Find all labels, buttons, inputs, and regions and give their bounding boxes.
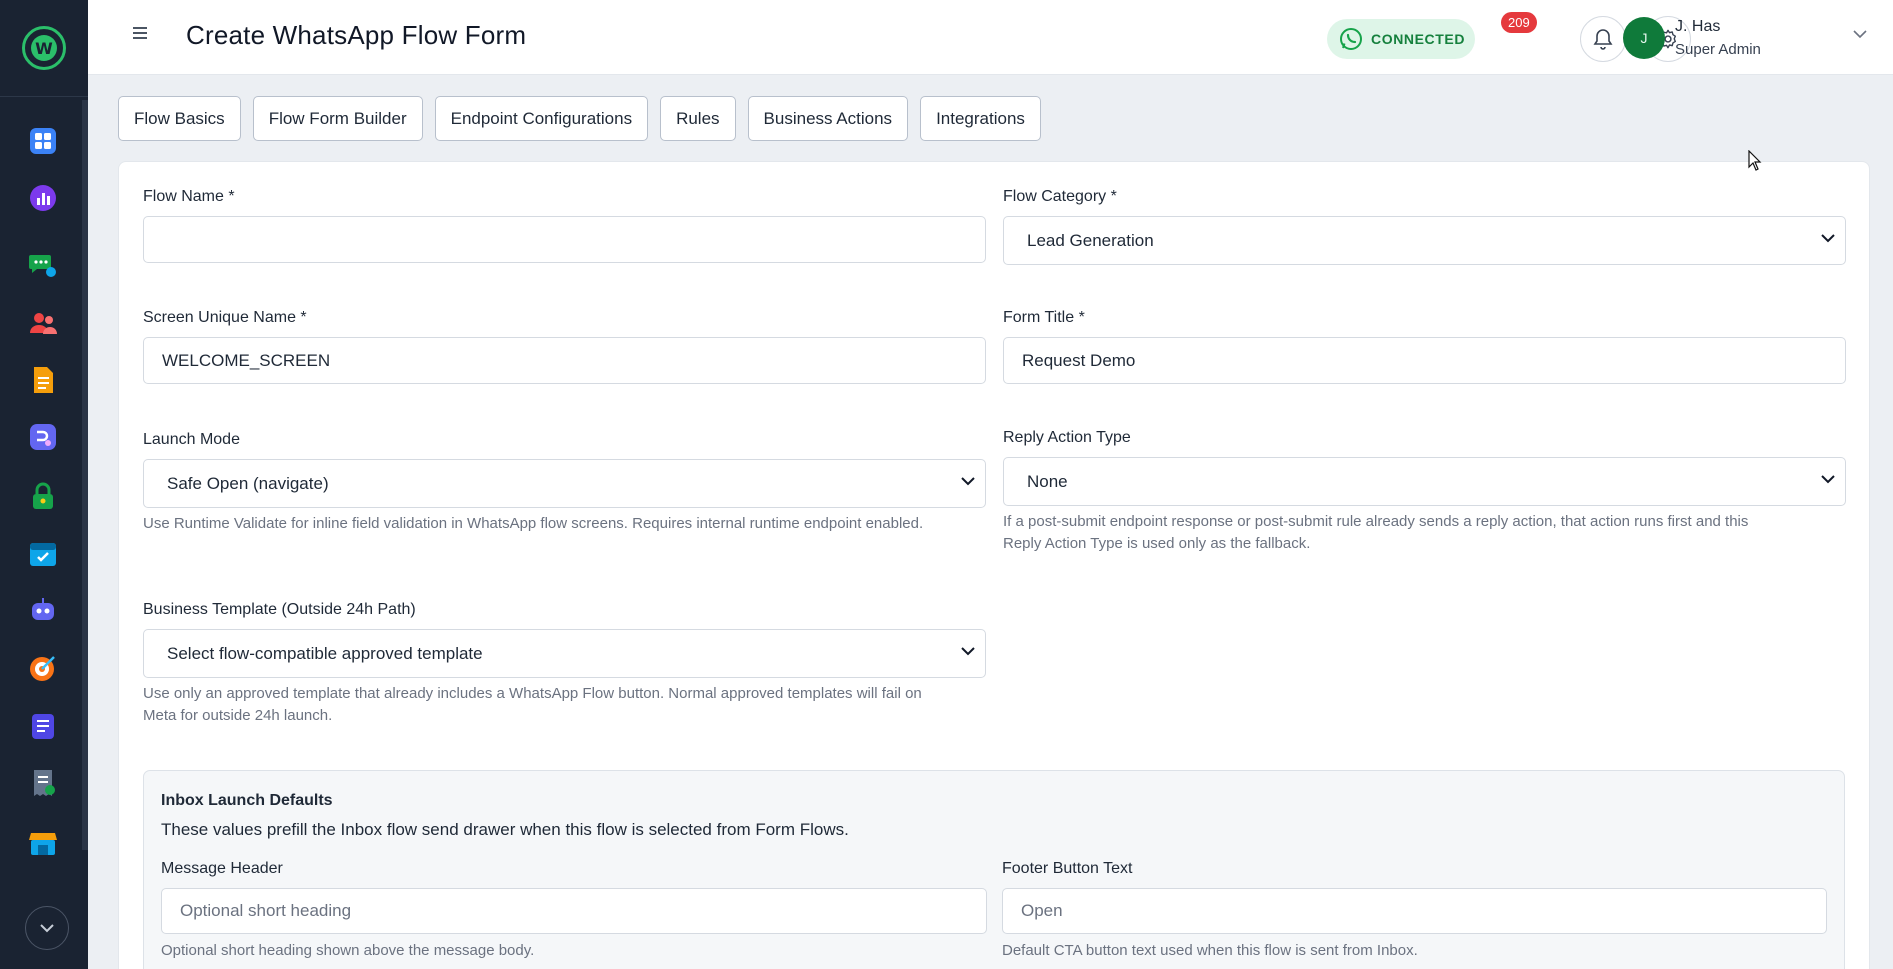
business-template-label: Business Template (Outside 24h Path) [143,601,416,618]
contacts-icon[interactable] [28,308,58,338]
flow-category-label: Flow Category * [1003,188,1117,205]
chat-icon[interactable] [28,250,58,280]
logo-letter: W [31,35,57,61]
reply-action-type-value: None [1027,471,1068,491]
footer-button-text-help: Default CTA button text used when this f… [1002,942,1418,959]
flow-category-select[interactable]: Lead Generation [1003,216,1846,265]
connection-status-label: CONNECTED [1371,31,1466,47]
flow-category-value: Lead Generation [1027,230,1154,250]
mouse-cursor-icon [1748,150,1762,171]
flow-name-label: Flow Name * [143,188,235,205]
tab-endpoint-configurations[interactable]: Endpoint Configurations [434,96,649,141]
whatsapp-icon [1340,28,1362,50]
screen-unique-name-input[interactable]: WELCOME_SCREEN [143,337,986,384]
store-icon[interactable] [28,827,58,857]
reply-action-type-help-line1: If a post-submit endpoint response or po… [1003,513,1749,530]
message-header-input[interactable]: Optional short heading [161,888,987,934]
tab-rules[interactable]: Rules [660,96,736,141]
security-icon[interactable] [28,481,58,511]
message-header-help: Optional short heading shown above the m… [161,942,535,959]
business-template-help-line2: Meta for outside 24h launch. [143,707,333,724]
reply-action-type-help-line2: Reply Action Type is used only as the fa… [1003,535,1311,552]
bot-icon[interactable] [28,595,58,625]
sidebar-expand-button[interactable] [25,906,69,950]
menu-toggle-icon[interactable] [133,27,149,43]
sidebar-scrollbar[interactable] [82,100,88,850]
reply-action-type-label: Reply Action Type [1003,429,1131,446]
analytics-icon[interactable] [28,183,58,213]
connection-status-badge: CONNECTED [1327,19,1475,59]
message-header-label: Message Header [161,860,283,877]
reply-action-type-select[interactable]: None [1003,457,1846,506]
page-title: Create WhatsApp Flow Form [186,20,527,50]
tab-flow-form-builder[interactable]: Flow Form Builder [252,96,423,141]
tab-integrations[interactable]: Integrations [920,96,1041,141]
avatar[interactable]: J [1623,17,1665,59]
chevron-down-icon[interactable] [1853,30,1867,39]
footer-button-text-label: Footer Button Text [1002,860,1133,877]
dashboard-icon[interactable] [28,126,58,156]
flows-icon[interactable] [28,422,58,452]
chevron-down-icon [961,647,975,656]
form-title-label: Form Title * [1003,309,1085,326]
tab-business-actions[interactable]: Business Actions [747,96,909,141]
calendar-icon[interactable] [28,538,58,568]
inbox-defaults-title: Inbox Launch Defaults [161,792,333,809]
business-template-value: Select flow-compatible approved template [167,643,483,663]
message-header-placeholder: Optional short heading [180,901,352,920]
chevron-down-icon [1821,475,1835,484]
notification-count-badge: 209 [1501,12,1537,33]
form-title-input[interactable]: Request Demo [1003,337,1846,384]
form-tabs: Flow Basics Flow Form Builder Endpoint C… [118,96,1041,141]
notifications-button[interactable] [1580,16,1626,62]
inbox-defaults-description: These values prefill the Inbox flow send… [161,820,849,839]
sidebar-divider [0,96,88,97]
sidebar: W [0,0,88,969]
flow-name-input[interactable] [143,216,986,263]
app-logo[interactable]: W [22,26,66,70]
screen-unique-name-label: Screen Unique Name * [143,309,307,326]
launch-mode-help: Use Runtime Validate for inline field va… [143,515,924,532]
tab-flow-basics[interactable]: Flow Basics [118,96,241,141]
footer-button-text-placeholder: Open [1021,901,1063,920]
business-template-select[interactable]: Select flow-compatible approved template [143,629,986,678]
templates-icon[interactable] [28,365,58,395]
campaign-icon[interactable] [28,653,58,683]
chevron-down-icon [1821,234,1835,243]
user-role: Super Admin [1675,41,1761,58]
invoice-icon[interactable] [28,768,58,798]
chevron-down-icon [40,924,54,933]
launch-mode-label: Launch Mode [143,431,240,448]
business-template-help-line1: Use only an approved template that alrea… [143,685,922,702]
user-name[interactable]: J. Has [1675,18,1720,36]
footer-button-text-input[interactable]: Open [1002,888,1827,934]
launch-mode-value: Safe Open (navigate) [167,473,329,493]
launch-mode-select[interactable]: Safe Open (navigate) [143,459,986,508]
forms-icon[interactable] [28,711,58,741]
chevron-down-icon [961,477,975,486]
bell-icon [1593,29,1613,50]
